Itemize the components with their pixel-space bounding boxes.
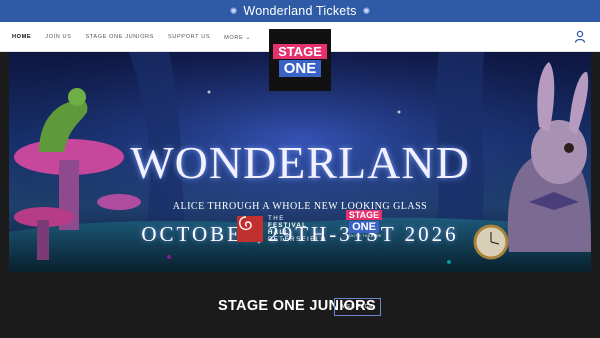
logo-line-2: ONE [278,59,322,77]
nav-item-support-us[interactable]: SUPPORT US [168,34,210,40]
site-logo[interactable]: STAGE ONE [269,29,331,91]
sparkle-icon: ✺ [362,5,371,16]
chevron-down-icon: ⌄ [245,34,251,41]
logo-line-1: STAGE [273,43,327,59]
venue-line-2: FESTIVAL [268,222,308,229]
youth-logo-line-3: YOUTH THEATRE [346,234,382,238]
nav-item-join-us[interactable]: JOIN US [45,34,71,40]
user-icon[interactable] [574,30,586,44]
nav-item-more[interactable]: MORE ⌄ [224,34,251,41]
youth-logo-line-1: STAGE [345,210,383,220]
venue-mark-icon [237,216,263,242]
hero-subtitle: ALICE THROUGH A WHOLE NEW LOOKING GLASS [172,201,428,212]
venue-line-3: HALL [268,229,290,236]
nav-item-stage-one-juniors[interactable]: STAGE ONE JUNIORS [85,34,154,40]
venue-logo: THE FESTIVAL HALL PETERSFIELD [237,215,327,243]
youth-logo-line-2: ONE [349,221,379,233]
hero-title: WONDERLAND [130,137,470,188]
announcement-bar: ✺ Wonderland Tickets ✺ [0,0,600,22]
announcement-text: Wonderland Tickets [243,4,357,18]
venue-line-4: PETERSFIELD [268,236,327,243]
nav-menu: HOME JOIN US STAGE ONE JUNIORS SUPPORT U… [12,22,251,52]
nav-item-more-label: MORE [224,34,244,41]
web-page-button[interactable]: WEB PAGE [334,298,381,316]
venue-text: THE FESTIVAL HALL PETERSFIELD [268,215,327,243]
youth-theatre-logo: STAGE ONE YOUTH THEATRE [345,210,383,250]
nav-item-home[interactable]: HOME [12,34,31,40]
sparkle-icon: ✺ [229,5,238,16]
venue-line-1: THE [268,215,285,222]
